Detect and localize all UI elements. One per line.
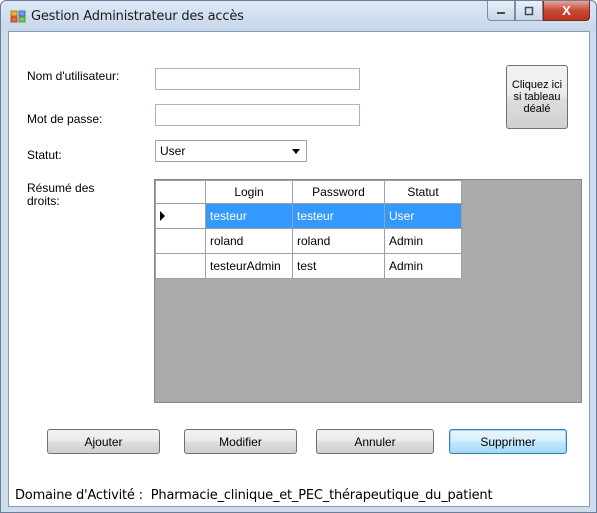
column-header-login[interactable]: Login xyxy=(205,180,293,204)
table-row[interactable]: testeur testeur User xyxy=(155,203,462,229)
app-window: Gestion Administrateur des accès X Nom d… xyxy=(0,0,597,513)
app-icon xyxy=(10,10,26,23)
rights-grid[interactable]: Login Password Statut testeur testeur Us… xyxy=(154,179,582,403)
form-body: Nom d'utilisateur: Mot de passe: Statut:… xyxy=(8,31,590,507)
grid-cell-statut[interactable]: Admin xyxy=(384,253,462,279)
modify-button[interactable]: Modifier xyxy=(184,429,297,454)
grid-cell-login[interactable]: testeur xyxy=(205,203,293,229)
activity-domain-label: Domaine d'Activité : xyxy=(15,488,143,503)
minimize-button[interactable] xyxy=(487,1,515,21)
grid-cell-statut[interactable]: User xyxy=(384,203,462,229)
maximize-icon xyxy=(524,6,534,15)
table-row[interactable]: roland roland Admin xyxy=(155,228,462,254)
grid-cell-statut[interactable]: Admin xyxy=(384,228,462,254)
password-input[interactable] xyxy=(155,104,360,126)
grid-cell-password[interactable]: testeur xyxy=(292,203,385,229)
table-row[interactable]: testeurAdmin test Admin xyxy=(155,253,462,279)
row-header[interactable] xyxy=(155,203,206,229)
title-bar[interactable]: Gestion Administrateur des accès X xyxy=(1,1,596,31)
add-button[interactable]: Ajouter xyxy=(47,429,160,454)
close-button[interactable]: X xyxy=(543,1,590,21)
grid-cell-login[interactable]: testeurAdmin xyxy=(205,253,293,279)
window-title: Gestion Administrateur des accès xyxy=(31,9,244,24)
grid-corner-cell[interactable] xyxy=(155,180,206,204)
grid-header-row: Login Password Statut xyxy=(155,180,462,204)
grid-cell-password[interactable]: roland xyxy=(292,228,385,254)
refresh-table-button[interactable]: Cliquez ici si tableau déalé xyxy=(506,65,568,129)
username-label: Nom d'utilisateur: xyxy=(27,69,120,83)
status-label: Statut: xyxy=(27,148,62,162)
minimize-icon xyxy=(497,11,505,14)
maximize-button[interactable] xyxy=(515,1,543,21)
row-header[interactable] xyxy=(155,228,206,254)
summary-label: Résumé des droits: xyxy=(27,181,95,208)
close-icon: X xyxy=(562,3,571,18)
refresh-table-button-label: Cliquez ici si tableau déalé xyxy=(511,79,563,115)
row-header[interactable] xyxy=(155,253,206,279)
modify-button-label: Modifier xyxy=(219,434,262,449)
rights-table: Login Password Statut testeur testeur Us… xyxy=(155,180,462,279)
current-row-arrow-icon xyxy=(160,211,165,221)
column-header-password[interactable]: Password xyxy=(292,180,385,204)
grid-cell-password[interactable]: test xyxy=(292,253,385,279)
username-input[interactable] xyxy=(155,68,360,90)
cancel-button[interactable]: Annuler xyxy=(316,429,434,454)
status-dropdown[interactable]: User xyxy=(155,140,307,162)
delete-button[interactable]: Supprimer xyxy=(449,429,567,454)
delete-button-label: Supprimer xyxy=(480,434,536,449)
grid-cell-login[interactable]: roland xyxy=(205,228,293,254)
chevron-down-icon xyxy=(292,149,300,154)
status-dropdown-value: User xyxy=(160,144,186,158)
column-header-statut[interactable]: Statut xyxy=(384,180,462,204)
caption-buttons: X xyxy=(487,1,590,21)
activity-domain: Domaine d'Activité : Pharmacie_clinique_… xyxy=(9,488,589,503)
activity-domain-value: Pharmacie_clinique_et_PEC_thérapeutique_… xyxy=(150,488,493,503)
add-button-label: Ajouter xyxy=(84,434,123,449)
password-label: Mot de passe: xyxy=(27,112,103,126)
cancel-button-label: Annuler xyxy=(354,434,396,449)
